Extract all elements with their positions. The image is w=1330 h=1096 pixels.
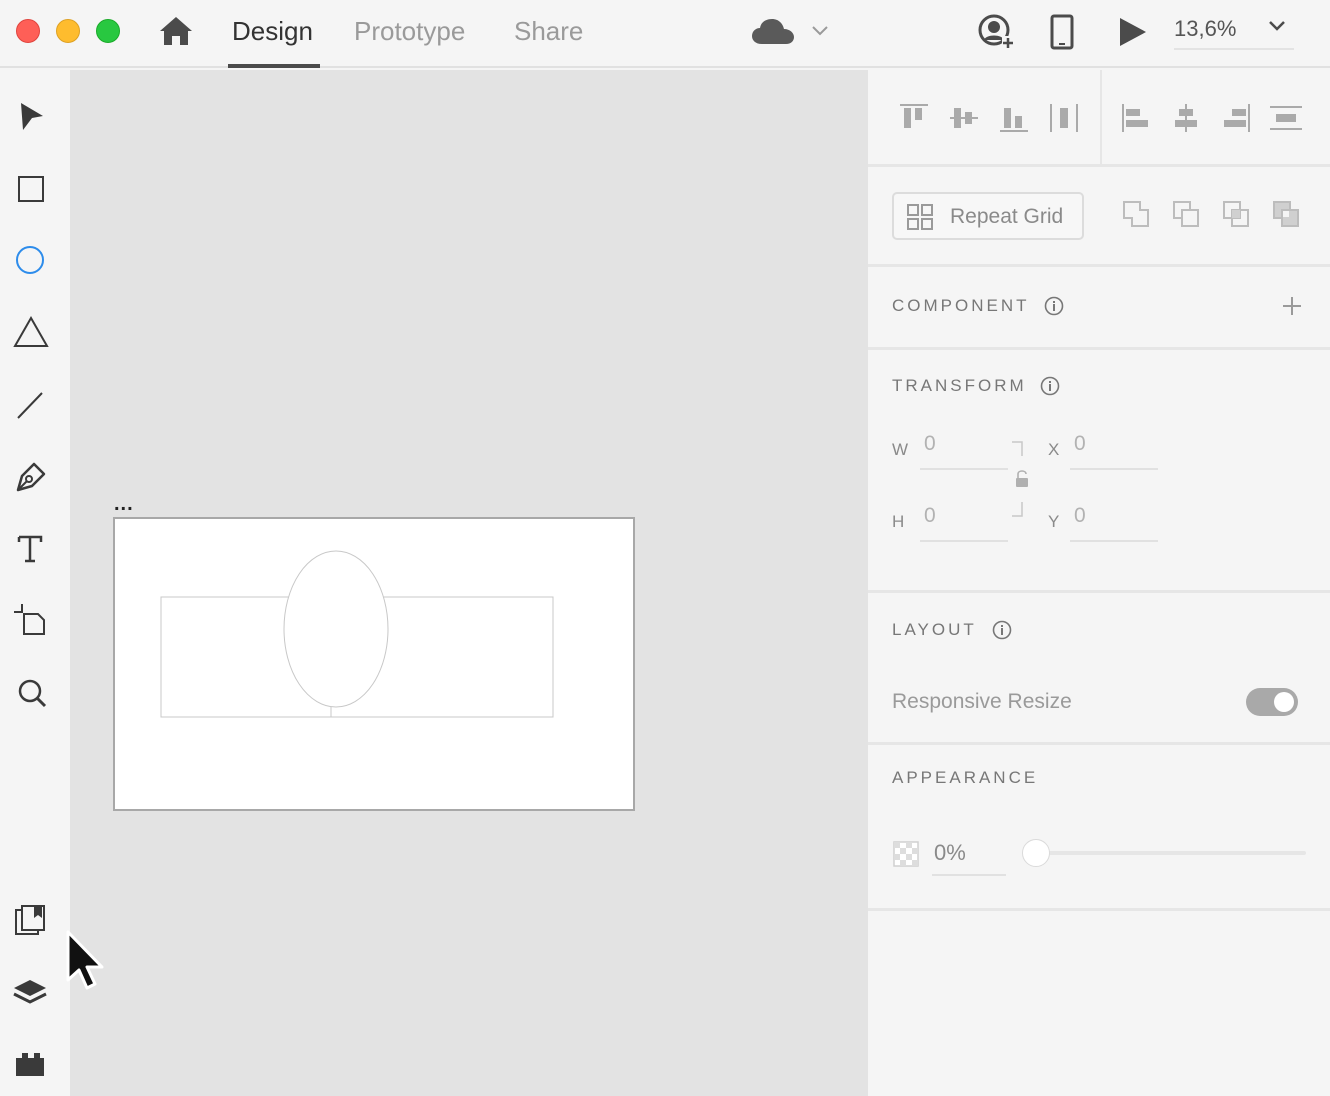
boolean-intersect-icon[interactable]	[1220, 198, 1252, 230]
align-left-icon[interactable]	[1118, 100, 1154, 136]
appearance-title: APPEARANCE	[892, 768, 1039, 787]
tab-design[interactable]: Design	[232, 14, 313, 54]
mouse-cursor-icon	[66, 930, 104, 990]
top-bar: Design Prototype Share 13,6%	[0, 0, 1330, 68]
boolean-subtract-icon[interactable]	[1170, 198, 1202, 230]
x-field[interactable]: 0	[1070, 432, 1158, 470]
chevron-down-icon[interactable]	[810, 22, 830, 38]
invite-user-icon[interactable]	[976, 12, 1016, 52]
opacity-checker-icon	[893, 841, 919, 867]
cloud-icon[interactable]	[750, 16, 796, 48]
pen-icon[interactable]	[10, 456, 52, 498]
layout-title: LAYOUT	[892, 620, 977, 639]
responsive-resize-label: Responsive Resize	[892, 690, 1072, 713]
height-value: 0	[924, 504, 936, 527]
height-field[interactable]: 0	[920, 504, 1008, 542]
width-label: W	[892, 440, 909, 459]
layers-icon[interactable]	[10, 972, 52, 1014]
y-field[interactable]: 0	[1070, 504, 1158, 542]
zoom-dropdown[interactable]: 13,6%	[1174, 14, 1294, 50]
rectangle-icon[interactable]	[10, 168, 52, 210]
chevron-down-icon	[1269, 21, 1285, 31]
info-icon[interactable]	[1044, 296, 1064, 316]
window-close-button[interactable]	[16, 19, 40, 43]
info-icon[interactable]	[992, 620, 1012, 640]
y-value: 0	[1074, 504, 1086, 527]
ellipse-icon[interactable]	[10, 240, 52, 282]
align-section	[868, 70, 1330, 167]
align-bottom-icon[interactable]	[996, 100, 1032, 136]
text-icon[interactable]	[10, 528, 52, 570]
x-value: 0	[1074, 432, 1086, 455]
align-middle-icon[interactable]	[946, 100, 982, 136]
home-icon[interactable]	[158, 14, 194, 48]
tab-prototype[interactable]: Prototype	[354, 14, 465, 54]
repeat-grid-icon	[907, 204, 933, 230]
height-label: H	[892, 512, 905, 531]
tab-share[interactable]: Share	[514, 14, 583, 54]
info-icon[interactable]	[1040, 376, 1060, 396]
opacity-value: 0%	[934, 840, 966, 865]
plugins-icon[interactable]	[10, 1044, 52, 1086]
polygon-icon[interactable]	[10, 312, 52, 354]
layout-section	[868, 593, 1330, 745]
distribute-horizontal-icon[interactable]	[1046, 100, 1082, 136]
boolean-exclude-icon[interactable]	[1270, 198, 1302, 230]
opacity-field[interactable]: 0%	[932, 836, 1006, 876]
width-value: 0	[924, 432, 936, 455]
boolean-add-icon[interactable]	[1120, 198, 1152, 230]
ellipse-shape	[283, 550, 389, 708]
assets-icon[interactable]	[10, 900, 52, 942]
toggle-knob	[1274, 692, 1294, 712]
opacity-slider-handle[interactable]	[1022, 839, 1050, 867]
play-icon[interactable]	[1112, 12, 1152, 52]
zoom-value: 13,6%	[1174, 16, 1237, 41]
width-field[interactable]: 0	[920, 432, 1008, 470]
select-icon[interactable]	[10, 96, 52, 138]
align-center-icon[interactable]	[1168, 100, 1204, 136]
artboard[interactable]	[113, 517, 635, 811]
component-title: COMPONENT	[892, 296, 1030, 315]
responsive-resize-toggle[interactable]	[1246, 688, 1298, 716]
tools-toolbar	[0, 70, 70, 1096]
y-label: Y	[1048, 512, 1060, 531]
lock-aspect-ratio-icon[interactable]	[1004, 440, 1040, 520]
distribute-vertical-icon[interactable]	[1268, 100, 1304, 136]
design-canvas[interactable]: ...	[70, 70, 868, 1096]
opacity-slider-track[interactable]	[1036, 851, 1306, 855]
align-top-icon[interactable]	[896, 100, 932, 136]
artboard-icon[interactable]	[10, 600, 52, 642]
artboard-content	[160, 550, 554, 718]
window-minimize-button[interactable]	[56, 19, 80, 43]
transform-title: TRANSFORM	[892, 376, 1027, 395]
artboard-name[interactable]: ...	[114, 494, 134, 514]
active-tab-indicator	[228, 64, 320, 68]
line-icon[interactable]	[10, 384, 52, 426]
separator	[1100, 70, 1102, 164]
add-component-icon[interactable]	[1280, 294, 1304, 318]
repeat-grid-label: Repeat Grid	[950, 205, 1064, 228]
zoom-icon[interactable]	[10, 672, 52, 714]
repeat-grid-button[interactable]: Repeat Grid	[892, 192, 1084, 240]
device-preview-icon[interactable]	[1042, 12, 1082, 52]
window-maximize-button[interactable]	[96, 19, 120, 43]
x-label: X	[1048, 440, 1060, 459]
property-inspector: Repeat Grid COMPONENT TRANSFORM W 0 H 0	[868, 70, 1330, 1096]
align-right-icon[interactable]	[1218, 100, 1254, 136]
